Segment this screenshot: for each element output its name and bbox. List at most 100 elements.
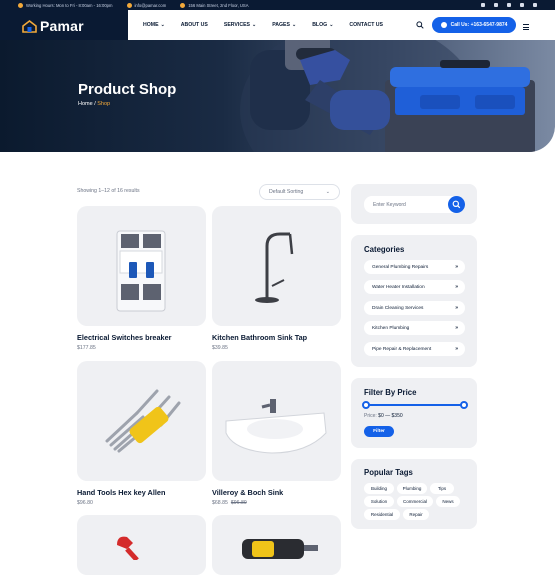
tag-item[interactable]: Commercial (397, 496, 433, 507)
address-info: 156 Main Street, 2nd Floor, USA (180, 2, 249, 8)
nav-services-label: SERVICES (223, 22, 250, 28)
house-logo-icon (22, 19, 37, 33)
product-price: $96.80 (77, 500, 93, 506)
call-us-label: Call Us: +163-6547-9874 (450, 22, 508, 28)
product-card-image[interactable] (212, 361, 341, 481)
price-current: $68.85 (212, 500, 228, 506)
email-text[interactable]: info@pamar.com (135, 3, 167, 8)
nav-pages-label: PAGES (272, 22, 290, 28)
power-drill-image (242, 539, 318, 559)
chevron-down-icon: ⌄ (325, 189, 330, 195)
product-card-image[interactable] (212, 206, 341, 326)
chevron-down-icon: ⌄ (252, 22, 257, 28)
product-name[interactable]: Kitchen Bathroom Sink Tap (212, 333, 307, 342)
price-current: $96.80 (77, 500, 93, 506)
price-label: Price: (364, 413, 377, 419)
double-chevron-right-icon: » (455, 346, 458, 352)
working-hours: Working Hours: Mon to Fri - 8:00am - 16:… (18, 2, 113, 8)
tag-item[interactable]: Building (364, 483, 394, 494)
product-price: $39.85 (212, 345, 228, 351)
chevron-down-icon: ⌄ (160, 22, 165, 28)
main-header: Pamar HOME ⌄ ABOUT US SERVICES ⌄ PAGES ⌄ BL… (0, 10, 555, 40)
working-hours-text: Working Hours: Mon to Fri - 8:00am - 16:… (26, 2, 113, 8)
email-info[interactable]: info@pamar.com (126, 2, 167, 8)
results-count: Showing 1–12 of 16 results (77, 188, 140, 194)
logo-text: Pamar (40, 18, 84, 34)
tag-item[interactable]: Solution (364, 496, 394, 507)
category-label: Pipe Repair & Replacement (372, 346, 432, 352)
product-card-image[interactable] (77, 515, 206, 575)
breadcrumb-home[interactable]: Home (78, 101, 93, 107)
double-chevron-right-icon: » (455, 325, 458, 331)
price-range-value: $0 — $350 (378, 413, 403, 419)
sort-select[interactable]: Default Sorting ⌄ (259, 184, 340, 200)
product-name[interactable]: Villeroy & Boch Sink (212, 488, 283, 497)
twitter-icon[interactable] (494, 3, 498, 7)
chevron-down-icon: ⌄ (329, 22, 334, 28)
category-label: Drain Cleaning Services (372, 305, 424, 311)
product-name[interactable]: Electrical Switches breaker (77, 333, 172, 342)
mail-icon (126, 2, 132, 8)
location-icon (180, 2, 186, 8)
category-item[interactable]: Water Heater Installation » (364, 280, 465, 294)
circuit-breaker-image (116, 230, 166, 312)
nav-pages[interactable]: PAGES ⌄ (272, 22, 296, 28)
double-chevron-right-icon: » (455, 284, 458, 290)
search-icon[interactable] (416, 21, 424, 29)
youtube-icon[interactable] (533, 3, 537, 7)
category-label: Kitchen Plumbing (372, 325, 410, 331)
price-readout: Price: $0 — $350 (364, 413, 403, 419)
price-current: $39.85 (212, 345, 228, 351)
hero-banner: Product Shop Home / Shop (0, 40, 555, 152)
tag-item[interactable]: Plumbing (397, 483, 427, 494)
nav-blog[interactable]: BLOG ⌄ (312, 22, 333, 28)
breadcrumb-current: Shop (97, 101, 111, 107)
nav-home-label: HOME (143, 22, 159, 28)
nav-about[interactable]: ABOUT US (181, 22, 208, 28)
double-chevron-right-icon: » (455, 305, 458, 311)
category-item[interactable]: Pipe Repair & Replacement » (364, 342, 465, 356)
page-title: Product Shop (78, 81, 177, 98)
category-item[interactable]: Kitchen Plumbing » (364, 321, 465, 335)
price-range-track[interactable] (366, 404, 464, 406)
price-min-handle[interactable] (362, 401, 370, 409)
linkedin-icon[interactable] (520, 3, 524, 7)
search-icon (452, 200, 461, 209)
filter-button[interactable]: Filter (364, 426, 394, 437)
hamburger-menu-icon[interactable] (523, 24, 529, 32)
tag-item[interactable]: Repair (403, 509, 429, 520)
instagram-icon[interactable] (507, 3, 511, 7)
hex-key-image (105, 389, 181, 453)
call-us-button[interactable]: Call Us: +163-6547-9874 (432, 17, 516, 33)
nav-home[interactable]: HOME ⌄ (143, 22, 165, 28)
breadcrumb-separator: / (94, 101, 96, 107)
tag-item[interactable]: News (436, 496, 460, 507)
sink-tap-image (255, 232, 294, 303)
price-old: $96.89 (230, 500, 247, 506)
nav-contact[interactable]: CONTACT US (349, 22, 383, 28)
nav-contact-label: CONTACT US (349, 22, 384, 28)
nav-services[interactable]: SERVICES ⌄ (224, 22, 256, 28)
category-item[interactable]: General Plumbing Repairs » (364, 260, 465, 274)
product-name[interactable]: Hand Tools Hex key Allen (77, 488, 165, 497)
nav-blog-label: BLOG (312, 22, 328, 28)
bathroom-sink-image (225, 399, 327, 454)
clock-icon (18, 2, 23, 8)
category-item[interactable]: Drain Cleaning Services » (364, 301, 465, 315)
search-submit-button[interactable] (448, 196, 465, 213)
nav-about-label: ABOUT US (180, 22, 208, 28)
price-max-handle[interactable] (460, 401, 468, 409)
tag-item[interactable]: Residential (364, 509, 400, 520)
price-current: $177.85 (77, 345, 96, 351)
tag-item[interactable]: Tips (430, 483, 454, 494)
product-card-image[interactable] (212, 515, 341, 575)
pipe-wrench-image (117, 536, 139, 562)
logo[interactable]: Pamar (22, 18, 84, 34)
chevron-down-icon: ⌄ (291, 22, 297, 28)
category-label: General Plumbing Repairs (372, 264, 429, 270)
category-label: Water Heater Installation (372, 284, 425, 290)
sort-label: Default Sorting (269, 189, 304, 195)
product-card-image[interactable] (77, 206, 206, 326)
product-card-image[interactable] (77, 361, 206, 481)
facebook-icon[interactable] (481, 3, 485, 7)
